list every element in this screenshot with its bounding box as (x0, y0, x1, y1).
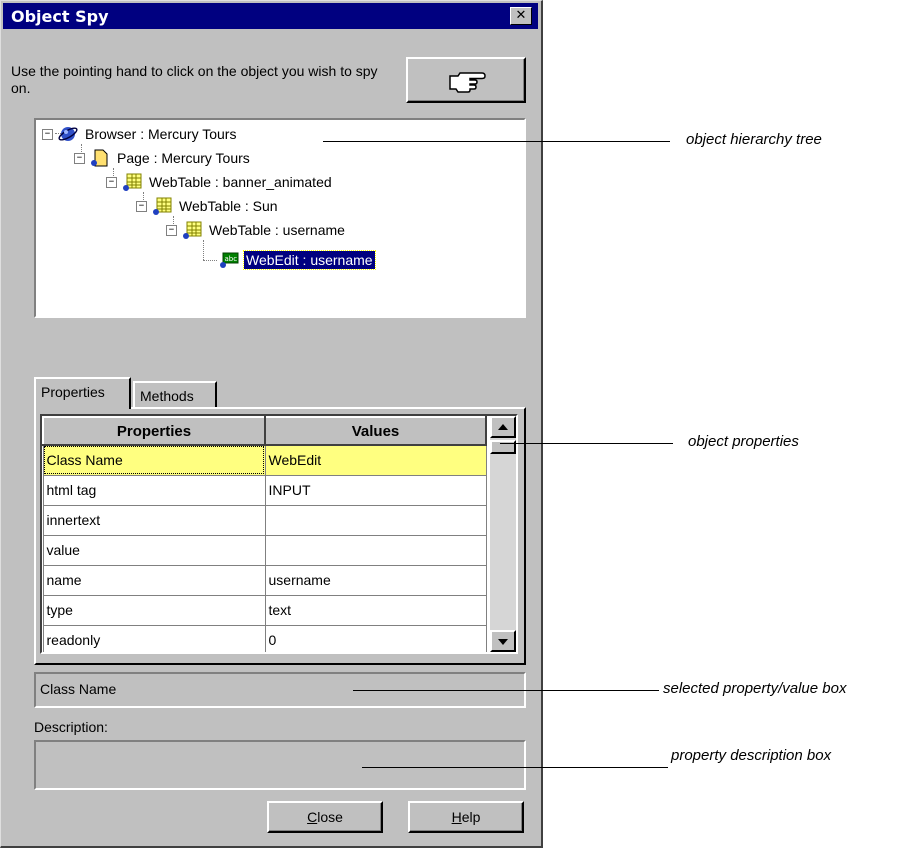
svg-text:abc: abc (225, 255, 238, 263)
help-mnemonic: H (451, 809, 462, 825)
property-cell: value (42, 534, 266, 566)
property-cell: html tag (42, 474, 266, 506)
object-hierarchy-tree[interactable]: − Browser : Mercury Tours − Page : Mercu… (34, 118, 526, 318)
close-mnemonic: C (307, 809, 318, 825)
tab-methods[interactable]: Methods (133, 381, 217, 409)
pointing-hand-button[interactable] (406, 57, 526, 103)
webtable-icon (151, 196, 173, 216)
callout-line-description-box (362, 767, 668, 768)
webtable-icon (121, 172, 143, 192)
tree-node-label: WebTable : Sun (179, 198, 278, 214)
description-label: Description: (34, 719, 108, 735)
callout-line-selected-box (353, 690, 659, 691)
tree-node-webtable-sun[interactable]: − WebTable : Sun (136, 195, 280, 217)
value-cell: WebEdit (264, 444, 487, 476)
help-button[interactable]: Help (408, 801, 524, 833)
value-cell: username (264, 564, 487, 596)
column-header-properties[interactable]: Properties (42, 416, 266, 446)
table-row[interactable]: type text (42, 594, 487, 626)
close-button[interactable]: Close (267, 801, 383, 833)
table-row[interactable]: value (42, 534, 487, 566)
collapse-icon[interactable]: − (74, 152, 85, 164)
scroll-up-button[interactable] (490, 416, 516, 438)
tree-node-label: Browser : Mercury Tours (85, 126, 237, 142)
callout-selected-box: selected property/value box (663, 680, 847, 697)
property-description-box[interactable] (34, 740, 526, 790)
value-cell (264, 504, 487, 536)
webtable-icon (181, 220, 203, 240)
table-row[interactable]: innertext (42, 504, 487, 536)
tree-node-label: WebTable : username (209, 222, 345, 238)
callout-description-box: property description box (671, 747, 832, 764)
browser-icon (57, 124, 79, 144)
table-row[interactable]: readonly 0 (42, 624, 487, 652)
column-header-values[interactable]: Values (264, 416, 487, 446)
tree-node-page[interactable]: − Page : Mercury Tours (74, 147, 252, 169)
close-label: lose (317, 809, 343, 825)
tree-node-webtable-username[interactable]: − WebTable : username (166, 219, 347, 241)
property-cell: name (42, 564, 266, 596)
callout-tree: object hierarchy tree (686, 131, 822, 148)
property-cell: innertext (42, 504, 266, 536)
properties-panel: Properties Values Class Name WebEdit htm… (34, 407, 526, 665)
tab-properties[interactable]: Properties (34, 377, 131, 409)
property-cell: Class Name (42, 444, 266, 476)
properties-grid[interactable]: Properties Values Class Name WebEdit htm… (40, 414, 518, 654)
property-cell: readonly (42, 624, 266, 652)
close-window-icon[interactable]: ✕ (510, 7, 532, 25)
tree-node-label: Page : Mercury Tours (117, 150, 250, 166)
window-title: Object Spy (11, 7, 109, 26)
table-row[interactable]: Class Name WebEdit (42, 444, 487, 476)
value-cell (264, 534, 487, 566)
help-label: elp (461, 809, 481, 825)
object-spy-dialog: Object Spy ✕ Use the pointing hand to cl… (0, 0, 543, 848)
properties-table: Properties Values Class Name WebEdit htm… (42, 416, 487, 652)
table-row[interactable]: name username (42, 564, 487, 596)
value-cell: 0 (264, 624, 487, 652)
tree-node-webtable-banner[interactable]: − WebTable : banner_animated (106, 171, 334, 193)
value-cell: text (264, 594, 487, 626)
page-icon (89, 148, 111, 168)
table-row[interactable]: html tag INPUT (42, 474, 487, 506)
tree-node-webedit-username[interactable]: abc WebEdit : username (218, 249, 376, 271)
arrow-down-icon (498, 639, 508, 645)
callout-properties: object properties (688, 433, 799, 450)
value-cell: INPUT (264, 474, 487, 506)
tree-node-label: WebTable : banner_animated (149, 174, 332, 190)
pointing-hand-icon (449, 72, 486, 93)
tree-node-label-selected: WebEdit : username (243, 250, 376, 270)
callout-line-properties (500, 443, 673, 444)
scroll-down-button[interactable] (490, 630, 516, 652)
vertical-scrollbar[interactable] (490, 416, 516, 652)
collapse-icon[interactable]: − (106, 176, 117, 188)
property-cell: type (42, 594, 266, 626)
collapse-icon[interactable]: − (136, 200, 147, 212)
tree-node-browser[interactable]: − Browser : Mercury Tours (42, 123, 238, 145)
callout-line-tree (323, 141, 670, 142)
collapse-icon[interactable]: − (166, 224, 177, 236)
arrow-up-icon (498, 424, 508, 430)
collapse-icon[interactable]: − (42, 128, 53, 140)
title-bar[interactable]: Object Spy ✕ (3, 3, 538, 29)
webedit-icon: abc (218, 250, 240, 270)
instruction-text: Use the pointing hand to click on the ob… (11, 63, 378, 96)
